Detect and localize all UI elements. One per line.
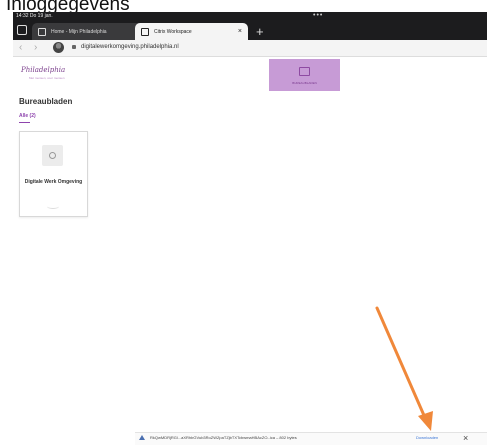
annotation-arrow-icon (375, 306, 433, 431)
download-button[interactable]: Downloaden (416, 435, 438, 440)
close-icon[interactable]: × (463, 432, 468, 444)
download-filename: RkQwMDRjRGl...aXRhbGVub3RoZWZpaTZjbTXTcb… (150, 435, 297, 440)
download-bar: RkQwMDRjRGl...aXRhbGVub3RoZWZpaTZjbTXTcb… (135, 432, 487, 445)
file-icon (139, 435, 145, 440)
